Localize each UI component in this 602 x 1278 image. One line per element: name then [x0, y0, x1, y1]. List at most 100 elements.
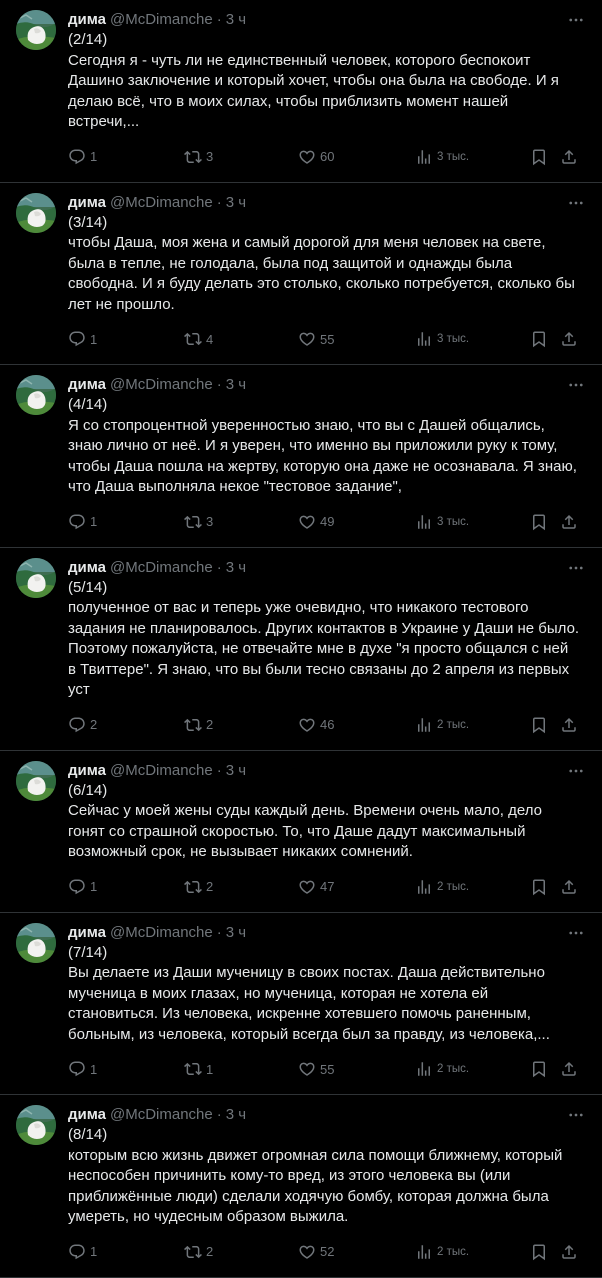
share-button[interactable]	[560, 1060, 578, 1078]
reply-button[interactable]: 1	[68, 513, 97, 531]
tweet-text: (4/14) Я со стопроцентной уверенностью з…	[68, 396, 577, 495]
reply-icon	[69, 1061, 85, 1077]
tweet-timestamp[interactable]: 3 ч	[226, 10, 246, 30]
reply-count: 1	[90, 514, 98, 529]
views-button[interactable]: 2 тыс.	[415, 878, 469, 896]
bookmark-button[interactable]	[530, 513, 548, 531]
views-button[interactable]: 3 тыс.	[415, 148, 469, 166]
views-button[interactable]: 3 тыс.	[415, 330, 469, 348]
retweet-icon	[184, 1062, 202, 1076]
author-handle[interactable]: @McDimanche	[110, 558, 213, 578]
share-button[interactable]	[560, 330, 578, 348]
retweet-button[interactable]: 2	[184, 1243, 213, 1261]
retweet-button[interactable]: 2	[184, 878, 213, 896]
retweet-icon	[184, 718, 202, 731]
retweet-button[interactable]: 3	[184, 513, 213, 531]
retweet-button[interactable]: 3	[184, 148, 213, 166]
share-button[interactable]	[560, 513, 578, 531]
retweet-button[interactable]: 4	[184, 330, 213, 348]
tweet[interactable]: дима @McDimanche · 3 ч (3/14) чтобы Даша…	[0, 183, 602, 365]
like-button[interactable]: 60	[298, 148, 334, 166]
share-button[interactable]	[560, 878, 578, 896]
tweet-timestamp[interactable]: 3 ч	[226, 761, 246, 781]
share-button[interactable]	[560, 1243, 578, 1261]
reply-button[interactable]: 2	[68, 716, 97, 734]
bookmark-button[interactable]	[530, 878, 548, 896]
more-options-icon[interactable]	[566, 923, 586, 943]
more-options-icon[interactable]	[566, 761, 586, 781]
heart-icon	[299, 332, 315, 346]
heart-icon	[299, 515, 315, 529]
tweet[interactable]: дима @McDimanche · 3 ч (4/14) Я со стопр…	[0, 365, 602, 548]
more-options-icon[interactable]	[566, 10, 586, 30]
author-handle[interactable]: @McDimanche	[110, 193, 213, 213]
tweet[interactable]: дима @McDimanche · 3 ч (7/14) Вы делаете…	[0, 913, 602, 1095]
like-button[interactable]: 55	[298, 330, 334, 348]
avatar[interactable]	[16, 375, 56, 415]
author-display-name[interactable]: дима	[68, 1105, 106, 1125]
like-button[interactable]: 47	[298, 878, 334, 896]
avatar[interactable]	[16, 557, 56, 598]
avatar[interactable]	[16, 1105, 56, 1145]
reply-button[interactable]: 1	[68, 330, 97, 348]
retweet-count: 3	[206, 514, 214, 529]
author-display-name[interactable]: дима	[68, 10, 106, 30]
avatar[interactable]	[16, 922, 56, 963]
avatar[interactable]	[16, 10, 56, 50]
retweet-button[interactable]: 1	[184, 1060, 213, 1078]
like-button[interactable]: 49	[298, 513, 334, 531]
author-display-name[interactable]: дима	[68, 193, 106, 213]
author-handle[interactable]: @McDimanche	[110, 1105, 213, 1125]
share-button[interactable]	[560, 716, 578, 734]
tweet[interactable]: дима @McDimanche · 3 ч (2/14) Сегодня я …	[0, 0, 602, 183]
tweet[interactable]: дима @McDimanche · 3 ч (8/14) которым вс…	[0, 1095, 602, 1278]
tweet-timestamp[interactable]: 3 ч	[226, 375, 246, 395]
author-handle[interactable]: @McDimanche	[110, 10, 213, 30]
tweet-actions: 1 4 55 3 тыс.	[68, 325, 586, 355]
reply-button[interactable]: 1	[68, 1060, 97, 1078]
avatar[interactable]	[16, 192, 56, 233]
retweet-button[interactable]: 2	[184, 716, 213, 734]
bookmark-button[interactable]	[530, 1243, 548, 1261]
author-handle[interactable]: @McDimanche	[110, 761, 213, 781]
author-display-name[interactable]: дима	[68, 761, 106, 781]
avatar[interactable]	[16, 760, 56, 801]
more-options-icon[interactable]	[566, 558, 586, 578]
share-button[interactable]	[560, 148, 578, 166]
bookmark-button[interactable]	[530, 716, 548, 734]
bookmark-icon	[533, 1061, 545, 1078]
reply-button[interactable]: 1	[68, 1243, 97, 1261]
like-button[interactable]: 52	[298, 1243, 334, 1261]
tweet[interactable]: дима @McDimanche · 3 ч (6/14) Сейчас у м…	[0, 751, 602, 913]
author-handle[interactable]: @McDimanche	[110, 923, 213, 943]
views-button[interactable]: 3 тыс.	[415, 513, 469, 531]
author-display-name[interactable]: дима	[68, 375, 106, 395]
like-button[interactable]: 46	[298, 716, 334, 734]
author-display-name[interactable]: дима	[68, 558, 106, 578]
bookmark-button[interactable]	[530, 330, 548, 348]
more-options-icon[interactable]	[566, 1105, 586, 1125]
share-icon	[562, 331, 576, 346]
tweet-timestamp[interactable]: 3 ч	[226, 558, 246, 578]
heart-icon	[299, 880, 315, 894]
views-button[interactable]: 2 тыс.	[415, 716, 469, 734]
tweet-timestamp[interactable]: 3 ч	[226, 923, 246, 943]
views-count: 3 тыс.	[437, 515, 470, 528]
analytics-icon	[418, 149, 430, 164]
author-display-name[interactable]: дима	[68, 923, 106, 943]
tweet[interactable]: дима @McDimanche · 3 ч (5/14) полученное…	[0, 548, 602, 751]
tweet-timestamp[interactable]: 3 ч	[226, 1105, 246, 1125]
views-button[interactable]: 2 тыс.	[415, 1243, 469, 1261]
retweet-count: 2	[206, 717, 214, 732]
tweet-timestamp[interactable]: 3 ч	[226, 193, 246, 213]
reply-button[interactable]: 1	[68, 148, 97, 166]
bookmark-button[interactable]	[530, 1060, 548, 1078]
author-handle[interactable]: @McDimanche	[110, 375, 213, 395]
views-button[interactable]: 2 тыс.	[415, 1060, 469, 1078]
more-options-icon[interactable]	[566, 375, 586, 395]
bookmark-button[interactable]	[530, 148, 548, 166]
like-button[interactable]: 55	[298, 1060, 334, 1078]
more-options-icon[interactable]	[566, 193, 586, 213]
reply-icon	[69, 514, 85, 529]
reply-button[interactable]: 1	[68, 878, 97, 896]
